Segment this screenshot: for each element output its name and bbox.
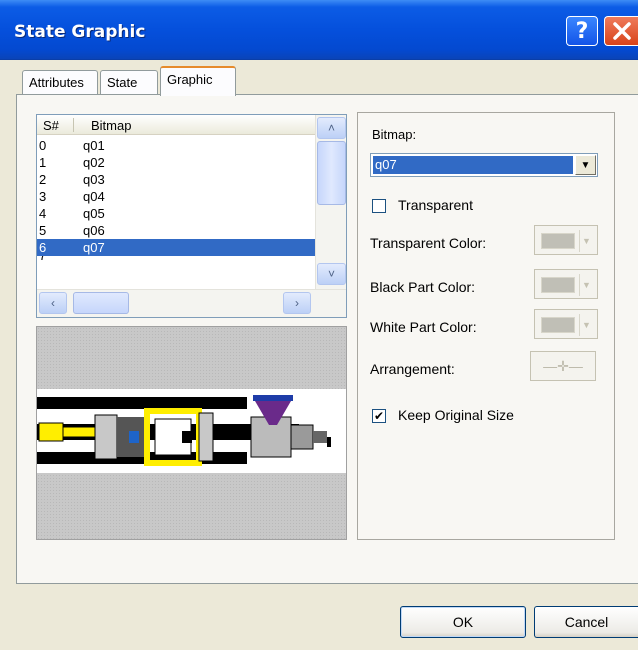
list-item-bitmap: q03 — [83, 172, 105, 187]
checkmark-icon: ✔ — [373, 409, 385, 423]
properties-panel: Bitmap: q07 ▼ Transparent Transparent Co… — [357, 112, 615, 540]
list-item-state: 5 — [39, 223, 47, 238]
bitmap-select-dropdown-button[interactable]: ▼ — [575, 155, 596, 175]
column-header-bitmap[interactable]: Bitmap — [91, 118, 131, 133]
list-item-state: 6 — [39, 240, 47, 255]
tab-state[interactable]: State — [100, 70, 158, 94]
list-item-state: 0 — [39, 138, 47, 153]
window-title: State Graphic — [14, 22, 146, 42]
list-item-state: 4 — [39, 206, 47, 221]
list-item-selected[interactable]: 6 q07 — [37, 239, 315, 256]
chevron-down-icon: ▼ — [580, 159, 591, 171]
color-swatch — [541, 317, 575, 333]
list-item[interactable]: 1 q02 — [37, 154, 315, 171]
ok-button[interactable]: OK — [400, 606, 526, 638]
dropdown-arrow-icon: ▼ — [579, 314, 593, 336]
machine-preview-image — [37, 389, 346, 473]
black-part-color-label: Black Part Color: — [370, 279, 476, 295]
transparent-checkbox[interactable] — [372, 199, 386, 213]
list-item-bitmap: q04 — [83, 189, 105, 204]
transparent-color-button[interactable]: ▼ — [534, 225, 598, 255]
list-item[interactable]: 3 q04 — [37, 188, 315, 205]
vertical-scroll-thumb[interactable] — [317, 141, 346, 205]
scroll-left-button[interactable]: ‹ — [39, 292, 67, 314]
chevron-left-icon: ‹ — [51, 296, 55, 310]
tab-attributes[interactable]: Attributes — [22, 70, 98, 94]
arrangement-button[interactable]: —✛— — [530, 351, 596, 381]
dropdown-arrow-icon: ▼ — [579, 230, 593, 252]
crosshair-icon: —✛— — [543, 357, 583, 374]
cancel-button[interactable]: Cancel — [534, 606, 638, 638]
list-header: S# Bitmap — [37, 115, 315, 135]
chevron-up-icon: ˄ — [327, 121, 335, 135]
list-item[interactable]: 0 q01 — [37, 137, 315, 154]
dropdown-arrow-icon: ▼ — [579, 274, 593, 296]
list-item-bitmap: q07 — [83, 240, 105, 255]
scroll-up-button[interactable]: ˄ — [317, 117, 346, 139]
title-bar: State Graphic ? — [0, 0, 638, 60]
bitmap-select[interactable]: q07 ▼ — [370, 153, 598, 177]
tab-attributes-label: Attributes — [29, 75, 84, 90]
list-item-state: 1 — [39, 155, 47, 170]
horizontal-scroll-thumb[interactable] — [73, 292, 129, 314]
list-item-bitmap: q02 — [83, 155, 105, 170]
column-divider[interactable] — [73, 118, 74, 132]
tab-graphic[interactable]: Graphic — [160, 66, 236, 96]
ok-button-label: OK — [452, 614, 474, 630]
color-swatch — [541, 277, 575, 293]
list-item-partial[interactable]: 7 — [37, 256, 315, 264]
bitmap-list[interactable]: S# Bitmap 0 q01 1 q02 2 q03 3 q04 4 q05 5 q06 … — [36, 114, 347, 318]
list-item-bitmap: q01 — [83, 138, 105, 153]
list-item[interactable]: 2 q03 — [37, 171, 315, 188]
vertical-scrollbar[interactable]: ˄ ˅ — [315, 115, 346, 289]
white-part-color-label: White Part Color: — [370, 319, 477, 335]
column-header-state-number[interactable]: S# — [43, 118, 59, 133]
bitmap-label: Bitmap: — [372, 127, 417, 142]
scroll-right-button[interactable]: › — [283, 292, 311, 314]
close-icon — [612, 22, 631, 40]
bitmap-select-value: q07 — [373, 156, 573, 174]
chevron-right-icon: › — [295, 296, 299, 310]
help-icon: ? — [575, 18, 589, 44]
scroll-down-button[interactable]: ˅ — [317, 263, 346, 285]
list-item-state: 3 — [39, 189, 47, 204]
transparent-label: Transparent — [398, 197, 473, 213]
tab-state-label: State — [107, 75, 138, 90]
bitmap-preview — [36, 326, 347, 540]
list-item-bitmap: q06 — [83, 223, 105, 238]
list-item-state: 2 — [39, 172, 47, 187]
list-item[interactable]: 5 q06 — [37, 222, 315, 239]
keep-original-size-checkbox[interactable]: ✔ — [372, 409, 386, 423]
cancel-button-label: Cancel — [564, 614, 609, 630]
color-swatch — [541, 233, 575, 249]
chevron-down-icon: ˅ — [327, 267, 335, 281]
black-part-color-button[interactable]: ▼ — [534, 269, 598, 299]
arrangement-label: Arrangement: — [370, 361, 455, 377]
horizontal-scrollbar[interactable]: ‹ › — [37, 289, 346, 317]
list-item[interactable]: 4 q05 — [37, 205, 315, 222]
transparent-color-label: Transparent Color: — [370, 235, 487, 251]
white-part-color-button[interactable]: ▼ — [534, 309, 598, 339]
help-button[interactable]: ? — [566, 16, 598, 46]
list-item-bitmap: q05 — [83, 206, 105, 221]
close-button[interactable] — [604, 16, 638, 46]
keep-original-size-label: Keep Original Size — [398, 407, 514, 423]
tab-graphic-label: Graphic — [167, 72, 213, 87]
list-item-state: 7 — [39, 256, 46, 264]
